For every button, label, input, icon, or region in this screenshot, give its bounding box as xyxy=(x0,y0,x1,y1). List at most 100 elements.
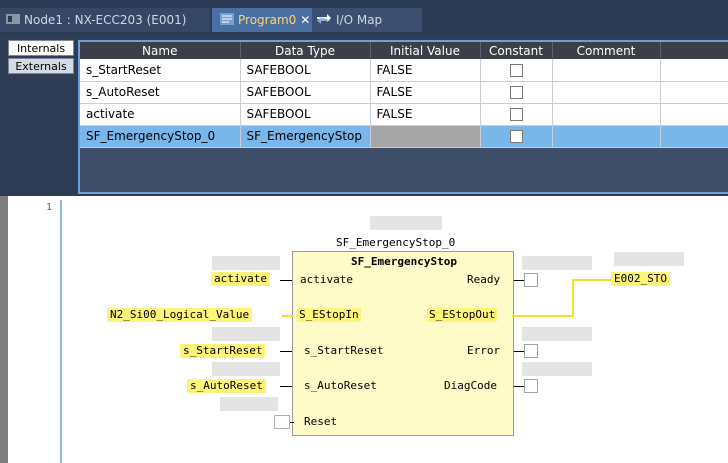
input-wire xyxy=(280,351,292,352)
output-comment-placeholder[interactable] xyxy=(522,256,592,270)
io-map-icon xyxy=(316,9,332,33)
variable-name-cell[interactable]: s_AutoReset xyxy=(80,81,241,104)
constant-checkbox[interactable] xyxy=(509,63,523,77)
output-variable-error-empty[interactable] xyxy=(524,344,538,358)
constant-cell xyxy=(480,103,553,126)
left-power-rail xyxy=(60,200,62,463)
constant-checkbox[interactable] xyxy=(509,108,523,121)
extra-cell xyxy=(660,81,728,104)
comment-cell[interactable] xyxy=(552,125,661,148)
column-header-constant[interactable]: Constant xyxy=(480,42,553,59)
tab-internals[interactable]: Internals xyxy=(8,40,74,56)
column-header-comment[interactable]: Comment xyxy=(552,42,661,59)
column-header-data-type[interactable]: Data Type xyxy=(240,42,371,59)
tab-node1[interactable]: Node1 : NX-ECC203 (E001) xyxy=(0,8,210,32)
variable-table-container: Name Data Type Initial Value Constant Co… xyxy=(78,40,728,194)
extra-cell xyxy=(660,125,728,148)
input-comment-placeholder[interactable] xyxy=(220,397,278,411)
extra-cell xyxy=(660,59,728,82)
output-wire xyxy=(514,386,524,387)
input-variable-autoreset[interactable]: s_AutoReset xyxy=(187,379,266,393)
variable-table-pane: Internals Externals Name Data Type Initi… xyxy=(0,36,728,196)
output-comment-placeholder[interactable] xyxy=(522,327,592,341)
variable-table: Name Data Type Initial Value Constant Co… xyxy=(80,42,728,148)
table-header-row: Name Data Type Initial Value Constant Co… xyxy=(80,42,728,59)
rung-number: 1 xyxy=(46,202,53,213)
tab-io-map[interactable]: I/O Map xyxy=(312,8,422,32)
data-type-cell[interactable]: SF_EmergencyStop xyxy=(240,125,371,148)
input-variable-estopin[interactable]: N2_Si00_Logical_Value xyxy=(107,308,253,322)
constant-checkbox[interactable] xyxy=(509,86,523,99)
variable-name-cell[interactable]: s_StartReset xyxy=(80,59,241,82)
output-wire xyxy=(514,280,524,281)
constant-cell xyxy=(480,59,553,82)
output-variable-ready-empty[interactable] xyxy=(524,273,538,287)
output-wire-highlighted xyxy=(572,280,574,317)
column-header-initial-value[interactable]: Initial Value xyxy=(370,42,481,59)
input-wire xyxy=(290,422,294,423)
input-wire xyxy=(280,386,292,387)
initial-value-cell[interactable]: FALSE xyxy=(370,103,481,126)
data-type-cell[interactable]: SAFEBOOL xyxy=(240,103,371,126)
editor-tab-bar: Node1 : NX-ECC203 (E001) Program0 ✕ I/O M… xyxy=(0,0,728,36)
pin-error: Error xyxy=(467,344,501,357)
editor-left-margin xyxy=(0,196,8,463)
output-wire-highlighted xyxy=(572,279,612,281)
comment-cell[interactable] xyxy=(552,59,661,82)
output-comment-placeholder[interactable] xyxy=(614,252,684,266)
pin-diagcode: DiagCode xyxy=(444,379,497,392)
tab-program0[interactable]: Program0 ✕ xyxy=(212,8,312,32)
tab-label: Node1 : NX-ECC203 (E001) xyxy=(24,13,187,27)
constant-cell xyxy=(480,81,553,104)
initial-value-cell[interactable] xyxy=(370,125,481,148)
column-header-extra xyxy=(660,42,728,59)
pin-s-autoreset: s_AutoReset xyxy=(304,379,377,392)
table-row[interactable]: activate SAFEBOOL FALSE xyxy=(80,103,728,126)
input-variable-reset-empty[interactable] xyxy=(274,415,290,429)
output-wire-highlighted xyxy=(512,315,572,317)
pin-s-startreset: s_StartReset xyxy=(304,344,384,357)
output-variable-diagcode-empty[interactable] xyxy=(524,379,538,393)
column-header-name[interactable]: Name xyxy=(80,42,241,59)
output-comment-placeholder[interactable] xyxy=(522,362,592,376)
program-icon xyxy=(220,9,234,33)
device-icon xyxy=(6,9,20,33)
initial-value-cell[interactable]: FALSE xyxy=(370,59,481,82)
variable-scope-tabs: Internals Externals xyxy=(8,40,74,76)
fb-type-name: SF_EmergencyStop xyxy=(351,255,457,268)
ladder-editor[interactable]: 1 SF_EmergencyStop_0 SF_EmergencyStop ac… xyxy=(0,196,728,463)
output-wire xyxy=(514,351,524,352)
comment-cell[interactable] xyxy=(552,81,661,104)
tab-label: Program0 xyxy=(238,13,297,27)
initial-value-cell[interactable]: FALSE xyxy=(370,81,481,104)
data-type-cell[interactable]: SAFEBOOL xyxy=(240,81,371,104)
pin-ready: Ready xyxy=(467,273,501,286)
instance-comment-placeholder[interactable] xyxy=(370,216,442,230)
close-icon[interactable]: ✕ xyxy=(300,13,310,27)
pin-activate: activate xyxy=(300,273,353,286)
input-wire xyxy=(280,280,292,281)
output-variable-e002-sto[interactable]: E002_STO xyxy=(611,272,670,286)
fb-instance-name[interactable]: SF_EmergencyStop_0 xyxy=(336,236,455,249)
variable-name-cell[interactable]: SF_EmergencyStop_0 xyxy=(80,125,241,148)
variable-name-cell[interactable]: activate xyxy=(80,103,241,126)
input-comment-placeholder[interactable] xyxy=(212,362,280,376)
table-row[interactable]: s_AutoReset SAFEBOOL FALSE xyxy=(80,81,728,104)
input-comment-placeholder[interactable] xyxy=(212,256,280,270)
input-variable-startreset[interactable]: s_StartReset xyxy=(180,344,266,358)
tab-externals[interactable]: Externals xyxy=(8,58,74,74)
pin-s-estopout: S_EStopOut xyxy=(427,308,498,322)
input-variable-activate[interactable]: activate xyxy=(211,272,270,286)
tab-label: I/O Map xyxy=(336,13,383,27)
input-comment-placeholder[interactable] xyxy=(212,327,280,341)
comment-cell[interactable] xyxy=(552,103,661,126)
extra-cell xyxy=(660,103,728,126)
constant-cell xyxy=(480,125,553,148)
table-row-selected[interactable]: SF_EmergencyStop_0 SF_EmergencyStop xyxy=(80,125,728,148)
input-wire-highlighted xyxy=(282,315,294,317)
constant-checkbox[interactable] xyxy=(509,130,523,143)
data-type-cell[interactable]: SAFEBOOL xyxy=(240,59,371,82)
table-row[interactable]: s_StartReset SAFEBOOL FALSE xyxy=(80,59,728,82)
pin-reset: Reset xyxy=(304,415,338,428)
pin-s-estopin: S_EStopIn xyxy=(297,308,361,322)
